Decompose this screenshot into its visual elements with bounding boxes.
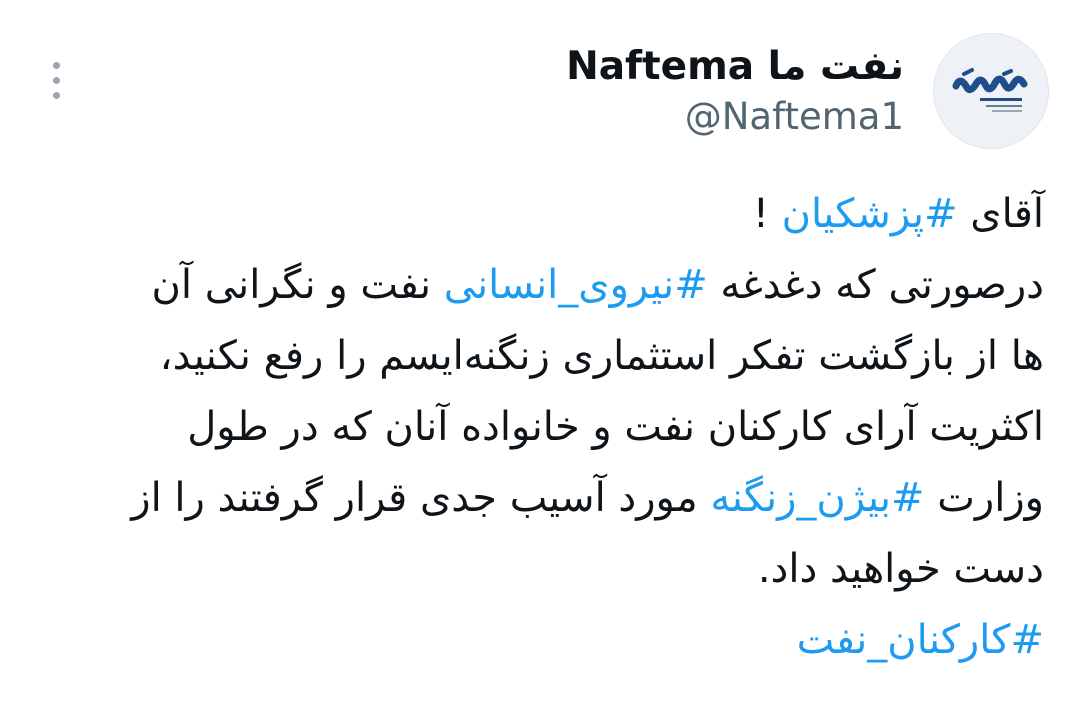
tweet-line: وزارت #بیژن_زنگنه مورد آسیب جدی قرار گرف… xyxy=(34,463,1044,534)
tweet-line: درصورتی که دغدغه #نیروی_انسانی نفت و نگر… xyxy=(34,250,1044,321)
hashtag-link[interactable]: #کارکنان_نفت xyxy=(797,617,1044,663)
tweet-text-segment: مورد آسیب جدی قرار گرفتند را از xyxy=(131,475,711,521)
tweet-text: آقای #پزشکیان ! درصورتی که دغدغه #نیروی_… xyxy=(34,179,1044,676)
hashtag-link[interactable]: #پزشکیان xyxy=(782,191,958,237)
more-options-dot xyxy=(52,61,60,69)
tweet-text-segment: آقای xyxy=(957,191,1044,237)
more-options-dot xyxy=(52,76,60,84)
tweet-line: اکثریت آرای کارکنان نفت و خانواده آنان ک… xyxy=(187,404,1044,450)
tweet-text-segment: وزارت xyxy=(924,475,1044,521)
display-name[interactable]: نفت ما Naftema xyxy=(566,42,904,92)
tweet-line: آقای #پزشکیان ! xyxy=(34,179,1044,250)
hashtag-link[interactable]: #بیژن_زنگنه xyxy=(710,475,924,521)
more-options-button[interactable] xyxy=(38,58,74,102)
user-handle[interactable]: @Naftema1 xyxy=(685,94,904,140)
tweet-line: دست خواهید داد. xyxy=(757,546,1044,592)
hashtag-link[interactable]: #نیروی_انسانی xyxy=(444,262,708,308)
tweet-text-segment: درصورتی که دغدغه xyxy=(707,262,1044,308)
tweet-text-segment: نفت و نگرانی آن xyxy=(151,262,444,308)
tweet-text-segment: ! xyxy=(752,191,782,237)
naftema-logo-icon xyxy=(934,34,1048,148)
tweet-line: ها از بازگشت تفکر استثماری زنگنه‌ایسم را… xyxy=(159,333,1044,379)
avatar[interactable] xyxy=(933,33,1049,149)
tweet-line: #کارکنان_نفت xyxy=(34,605,1044,676)
more-options-dot xyxy=(52,91,60,99)
